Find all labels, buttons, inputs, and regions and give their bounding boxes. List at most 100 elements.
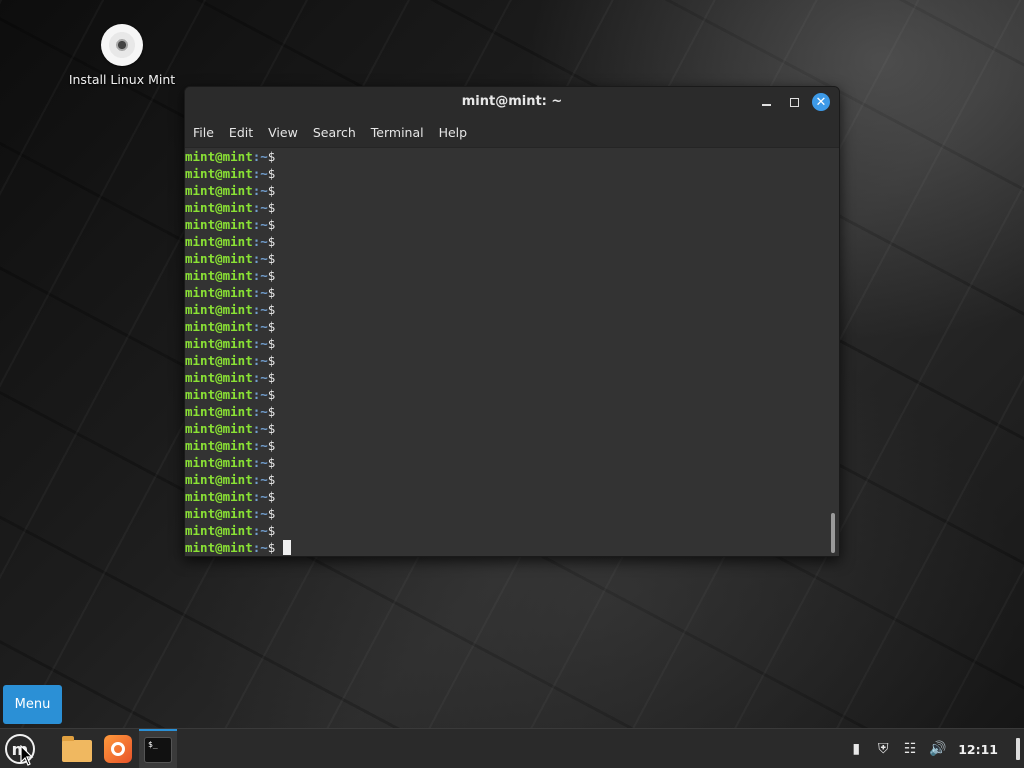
terminal-prompt-line: mint@mint:~$ [185, 437, 291, 454]
minimize-icon [761, 104, 771, 106]
terminal-prompt-line: mint@mint:~$ [185, 165, 291, 182]
install-linux-mint-desktop-icon[interactable]: Install Linux Mint [62, 24, 182, 87]
show-desktop-button[interactable] [1016, 738, 1020, 760]
volume-icon[interactable]: 🔊 [929, 741, 946, 757]
terminal-output[interactable]: mint@mint:~$ mint@mint:~$ mint@mint:~$ mint… [185, 148, 839, 556]
desktop-icon-label: Install Linux Mint [68, 72, 176, 87]
prompt-path: :~ [252, 302, 268, 317]
prompt-symbol: $ [267, 506, 276, 521]
terminal-prompt-line: mint@mint:~$ [185, 216, 291, 233]
prompt-user: mint@mint [185, 166, 253, 181]
window-title: mint@mint: ~ [461, 94, 563, 109]
close-button[interactable]: ✕ [812, 93, 830, 111]
close-icon: ✕ [815, 94, 827, 110]
terminal-prompt-line: mint@mint:~$ [185, 318, 291, 335]
desktop: Install Linux Mint mint@mint: ~ ✕ File E… [0, 0, 1024, 768]
prompt-path: :~ [252, 200, 268, 215]
files-launcher-button[interactable] [59, 732, 95, 766]
prompt-user: mint@mint [185, 149, 253, 164]
menu-tooltip: Menu [3, 685, 62, 724]
prompt-user: mint@mint [185, 438, 253, 453]
notification-icon[interactable]: ▮ [848, 741, 864, 757]
clock[interactable]: 12:11 [958, 742, 998, 757]
prompt-path: :~ [252, 387, 268, 402]
prompt-symbol: $ [267, 404, 276, 419]
terminal-prompt-line: mint@mint:~$ [185, 148, 291, 165]
prompt-symbol: $ [267, 540, 276, 555]
menu-search[interactable]: Search [313, 125, 356, 140]
folder-icon [62, 736, 92, 762]
prompt-user: mint@mint [185, 319, 253, 334]
prompt-symbol: $ [267, 472, 276, 487]
window-titlebar[interactable]: mint@mint: ~ ✕ [185, 87, 839, 117]
prompt-symbol: $ [267, 166, 276, 181]
prompt-path: :~ [252, 421, 268, 436]
maximize-icon [789, 97, 799, 107]
menu-terminal[interactable]: Terminal [371, 125, 424, 140]
prompt-user: mint@mint [185, 336, 253, 351]
prompt-user: mint@mint [185, 285, 253, 300]
prompt-symbol: $ [267, 302, 276, 317]
prompt-symbol: $ [267, 489, 276, 504]
prompt-user: mint@mint [185, 234, 253, 249]
terminal-prompt-line: mint@mint:~$ [185, 505, 291, 522]
terminal-prompt-line: mint@mint:~$ [185, 471, 291, 488]
terminal-prompt-line: mint@mint:~$ [185, 369, 291, 386]
shield-icon[interactable]: ⛨ [875, 741, 891, 757]
prompt-user: mint@mint [185, 523, 253, 538]
network-icon[interactable]: ☷ [902, 741, 918, 757]
prompt-user: mint@mint [185, 370, 253, 385]
firefox-icon [104, 735, 132, 763]
prompt-path: :~ [252, 523, 268, 538]
prompt-path: :~ [252, 336, 268, 351]
prompt-symbol: $ [267, 370, 276, 385]
prompt-path: :~ [252, 472, 268, 487]
prompt-user: mint@mint [185, 489, 253, 504]
terminal-prompt-line: mint@mint:~$ [185, 539, 292, 556]
terminal-taskbar-button[interactable]: $_ [139, 729, 177, 768]
prompt-path: :~ [252, 234, 268, 249]
prompt-symbol: $ [267, 353, 276, 368]
prompt-path: :~ [252, 217, 268, 232]
prompt-path: :~ [252, 438, 268, 453]
terminal-prompt-line: mint@mint:~$ [185, 250, 291, 267]
prompt-symbol: $ [267, 336, 276, 351]
prompt-path: :~ [252, 506, 268, 521]
firefox-launcher-button[interactable] [100, 732, 136, 766]
prompt-path: :~ [252, 404, 268, 419]
prompt-path: :~ [252, 183, 268, 198]
terminal-icon: $_ [144, 736, 172, 763]
terminal-window[interactable]: mint@mint: ~ ✕ File Edit View Search Ter… [184, 86, 840, 557]
prompt-symbol: $ [267, 234, 276, 249]
prompt-symbol: $ [267, 251, 276, 266]
menu-edit[interactable]: Edit [229, 125, 253, 140]
prompt-user: mint@mint [185, 200, 253, 215]
terminal-prompt-line: mint@mint:~$ [185, 182, 291, 199]
prompt-user: mint@mint [185, 387, 253, 402]
terminal-prompt-line: mint@mint:~$ [185, 199, 291, 216]
terminal-prompt-line: mint@mint:~$ [185, 454, 291, 471]
prompt-symbol: $ [267, 438, 276, 453]
prompt-path: :~ [252, 285, 268, 300]
prompt-user: mint@mint [185, 472, 253, 487]
terminal-prompt-line: mint@mint:~$ [185, 522, 291, 539]
prompt-symbol: $ [267, 319, 276, 334]
scrollbar-thumb[interactable] [831, 513, 835, 553]
prompt-symbol: $ [267, 217, 276, 232]
menu-help[interactable]: Help [439, 125, 468, 140]
prompt-path: :~ [252, 540, 268, 555]
prompt-symbol: $ [267, 455, 276, 470]
menu-file[interactable]: File [193, 125, 214, 140]
taskbar: m $_ ▮ ⛨ ☷ 🔊 12:11 [0, 728, 1024, 768]
minimize-button[interactable] [757, 93, 775, 111]
prompt-symbol: $ [267, 149, 276, 164]
prompt-symbol: $ [267, 268, 276, 283]
maximize-button[interactable] [785, 93, 803, 111]
prompt-user: mint@mint [185, 268, 253, 283]
menu-view[interactable]: View [268, 125, 298, 140]
prompt-symbol: $ [267, 200, 276, 215]
prompt-user: mint@mint [185, 353, 253, 368]
terminal-prompt-line: mint@mint:~$ [185, 488, 291, 505]
system-tray: ▮ ⛨ ☷ 🔊 12:11 [848, 729, 1024, 768]
prompt-user: mint@mint [185, 455, 253, 470]
